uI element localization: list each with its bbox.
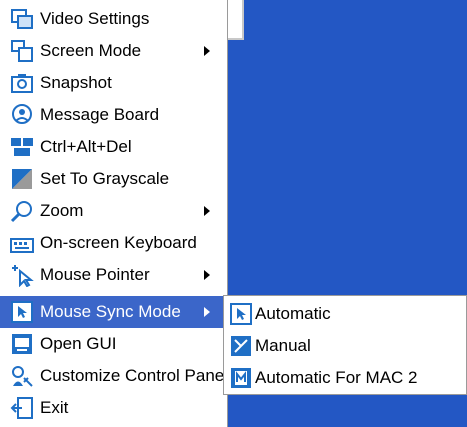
keys-icon <box>10 135 34 159</box>
manual-sync-icon <box>229 334 253 358</box>
mouse-sync-mode-submenu: Automatic Manual Automatic For MAC 2 <box>223 295 467 395</box>
menu-item-label: Customize Control Panel <box>40 366 229 385</box>
screen-mode-icon <box>10 39 34 63</box>
customize-icon <box>10 364 34 388</box>
menu-item-label: Screen Mode <box>40 41 142 60</box>
gui-icon <box>10 332 34 356</box>
zoom-icon <box>10 199 34 223</box>
mouse-sync-icon <box>10 300 34 324</box>
menu-item-message-board[interactable]: Message Board <box>0 99 227 131</box>
control-panel-menu: Video Settings Screen Mode Snapshot Mess… <box>0 0 228 427</box>
menu-item-customize-control-panel[interactable]: Customize Control Panel <box>0 360 229 392</box>
message-board-icon <box>10 103 34 127</box>
menu-item-on-screen-keyboard[interactable]: On-screen Keyboard <box>0 227 227 259</box>
menu-item-label: On-screen Keyboard <box>40 233 197 252</box>
camera-icon <box>10 71 34 95</box>
menu-item-mouse-pointer[interactable]: Mouse Pointer <box>0 259 227 291</box>
video-settings-icon <box>10 7 34 31</box>
menu-item-snapshot[interactable]: Snapshot <box>0 67 227 99</box>
menu-item-mouse-sync-mode[interactable]: Mouse Sync Mode <box>0 296 227 328</box>
grayscale-icon <box>10 167 34 191</box>
menu-item-screen-mode[interactable]: Screen Mode <box>0 35 227 67</box>
menu-item-zoom[interactable]: Zoom <box>0 195 227 227</box>
mac-sync-icon <box>229 366 253 390</box>
menu-item-label: Zoom <box>40 201 84 220</box>
menu-item-label: Set To Grayscale <box>40 169 170 188</box>
menu-item-open-gui[interactable]: Open GUI <box>0 328 227 360</box>
menu-item-ctrl-alt-del[interactable]: Ctrl+Alt+Del <box>0 131 227 163</box>
menu-item-exit[interactable]: Exit <box>0 392 227 424</box>
automatic-sync-icon <box>229 302 253 326</box>
submenu-arrow-icon <box>204 307 210 317</box>
menu-item-label: Mouse Pointer <box>40 265 150 284</box>
keyboard-icon <box>10 231 34 255</box>
menu-item-label: Open GUI <box>40 334 117 353</box>
menu-item-label: Mouse Sync Mode <box>40 302 181 321</box>
submenu-arrow-icon <box>204 270 210 280</box>
submenu-item-automatic-for-mac-2[interactable]: Automatic For MAC 2 <box>224 362 466 394</box>
menu-item-label: Message Board <box>40 105 160 124</box>
submenu-item-manual[interactable]: Manual <box>224 330 466 362</box>
menu-item-set-to-grayscale[interactable]: Set To Grayscale <box>0 163 227 195</box>
menu-item-label: Exit <box>40 398 69 417</box>
submenu-item-label: Automatic For MAC 2 <box>255 368 418 387</box>
submenu-arrow-icon <box>204 206 210 216</box>
submenu-item-label: Manual <box>255 336 311 355</box>
exit-icon <box>10 396 34 420</box>
menu-item-label: Ctrl+Alt+Del <box>40 137 132 156</box>
menu-item-label: Snapshot <box>40 73 112 92</box>
submenu-arrow-icon <box>204 46 210 56</box>
mouse-pointer-icon <box>10 263 34 287</box>
submenu-item-automatic[interactable]: Automatic <box>224 298 466 330</box>
menu-item-label: Video Settings <box>40 9 150 28</box>
menu-item-video-settings[interactable]: Video Settings <box>0 3 227 35</box>
submenu-item-label: Automatic <box>255 304 331 323</box>
